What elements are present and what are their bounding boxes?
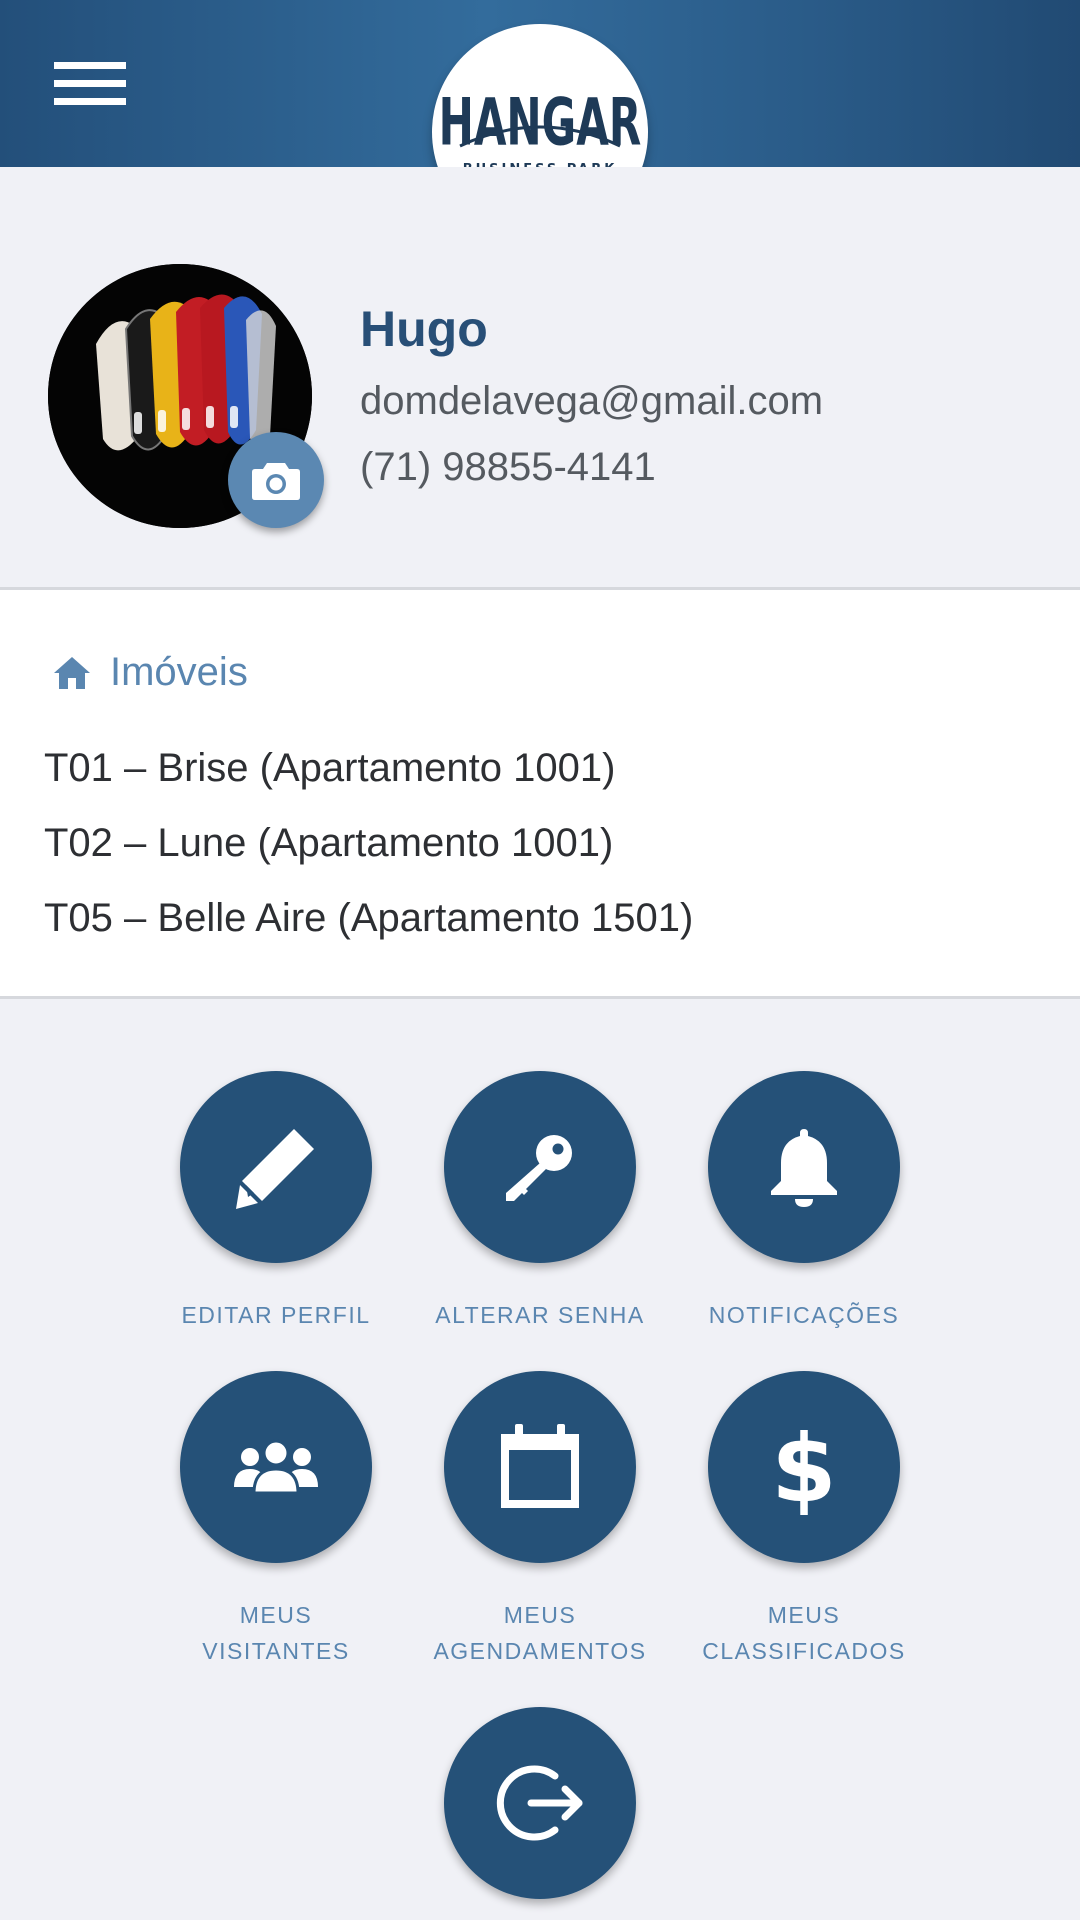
my-classifieds-circle[interactable]: $: [708, 1371, 900, 1563]
change-password-button[interactable]: ALTERAR SENHA: [405, 1071, 675, 1333]
logo-title: HANGAR: [438, 84, 642, 160]
my-visitors-label: MEUS VISITANTES: [202, 1602, 350, 1664]
hamburger-menu-icon[interactable]: [48, 58, 130, 118]
svg-text:$: $: [771, 1419, 836, 1515]
home-icon: [54, 656, 90, 689]
user-phone: (71) 98855-4141: [360, 445, 656, 489]
change-password-circle[interactable]: [444, 1071, 636, 1263]
logout-circle[interactable]: [444, 1707, 636, 1899]
camera-icon: [252, 463, 300, 500]
my-visitors-circle[interactable]: [180, 1371, 372, 1563]
edit-profile-label: EDITAR PERFIL: [181, 1302, 371, 1328]
notifications-label: NOTIFICAÇÕES: [708, 1302, 900, 1328]
visitors-icon: [234, 1439, 318, 1495]
properties-header: Imóveis: [52, 650, 248, 695]
property-item: T05 – Belle Aire (Apartamento 1501): [44, 896, 694, 940]
pencil-icon: [236, 1129, 314, 1209]
my-appointments-circle[interactable]: [444, 1371, 636, 1563]
my-visitors-button[interactable]: MEUS VISITANTES: [141, 1371, 411, 1669]
properties-list: T01 – Brise (Apartamento 1001) T02 – Lun…: [44, 742, 693, 967]
logout-button[interactable]: [405, 1707, 675, 1899]
change-photo-button[interactable]: [228, 432, 324, 528]
properties-card: Imóveis T01 – Brise (Apartamento 1001) T…: [0, 587, 1080, 999]
my-appointments-label: MEUS AGENDAMENTOS: [433, 1602, 647, 1664]
edit-profile-circle[interactable]: [180, 1071, 372, 1263]
my-appointments-button[interactable]: MEUS AGENDAMENTOS: [405, 1371, 675, 1669]
properties-title: Imóveis: [110, 650, 248, 694]
calendar-icon: [501, 1424, 579, 1508]
dollar-icon: $: [771, 1419, 836, 1515]
my-classifieds-button[interactable]: $ MEUS CLASSIFICADOS: [669, 1371, 939, 1669]
my-classifieds-label: MEUS CLASSIFICADOS: [702, 1602, 906, 1664]
notifications-button[interactable]: NOTIFICAÇÕES: [669, 1071, 939, 1333]
notifications-circle[interactable]: [708, 1071, 900, 1263]
user-name: Hugo: [360, 301, 488, 357]
key-icon: [506, 1135, 572, 1201]
property-item: T01 – Brise (Apartamento 1001): [44, 746, 616, 790]
edit-profile-button[interactable]: EDITAR PERFIL: [141, 1071, 411, 1333]
user-email: domdelavega@gmail.com: [360, 379, 824, 423]
property-item: T02 – Lune (Apartamento 1001): [44, 821, 614, 865]
logout-icon: [496, 1765, 583, 1841]
change-password-label: ALTERAR SENHA: [435, 1302, 645, 1328]
profile-section: Hugo domdelavega@gmail.com (71) 98855-41…: [0, 167, 1080, 587]
bell-icon: [771, 1129, 837, 1207]
